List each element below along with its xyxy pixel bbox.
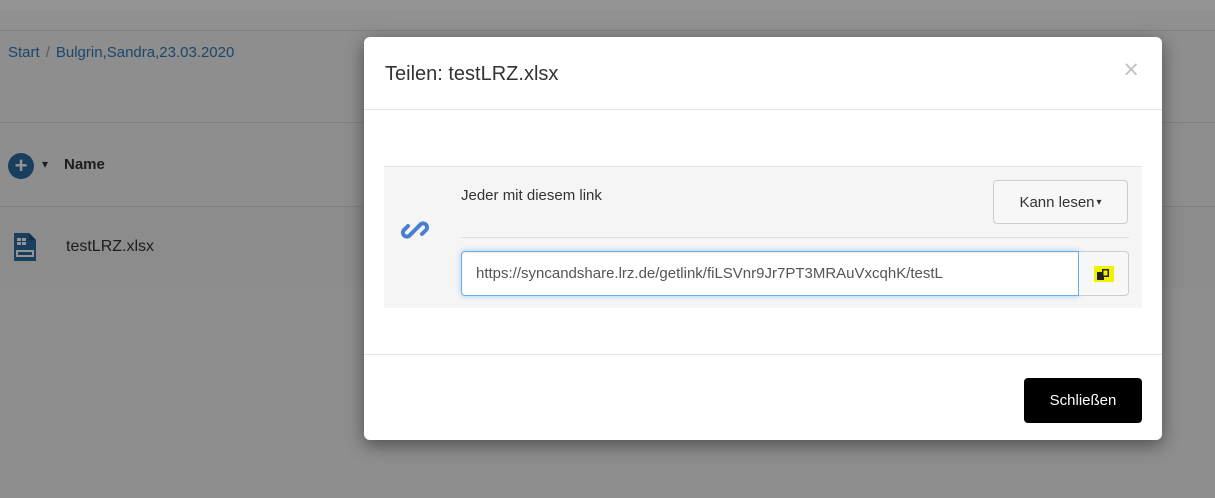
clipboard-copy-icon xyxy=(1093,265,1114,282)
permission-dropdown[interactable]: Kann lesen ▾ xyxy=(993,180,1128,224)
dialog-footer: Schließen xyxy=(364,354,1162,441)
share-dialog: Teilen: testLRZ.xlsx × Jeder mit diesem … xyxy=(364,37,1162,440)
page: Start / Bulgrin,Sandra,23.03.2020 + ▾ Name… xyxy=(0,0,1215,498)
permission-value: Kann lesen xyxy=(1019,193,1095,211)
divider xyxy=(461,237,1129,238)
close-icon[interactable]: × xyxy=(1122,57,1140,81)
close-button[interactable]: Schließen xyxy=(1024,378,1142,423)
link-icon xyxy=(400,221,430,239)
chevron-down-icon: ▾ xyxy=(1096,196,1102,208)
share-url-field[interactable] xyxy=(461,251,1079,296)
share-link-panel: Jeder mit diesem link Kann lesen ▾ xyxy=(384,166,1142,308)
dialog-header: Teilen: testLRZ.xlsx × xyxy=(364,37,1162,110)
copy-link-button[interactable] xyxy=(1079,251,1129,296)
dialog-title: Teilen: testLRZ.xlsx xyxy=(385,63,559,85)
share-scope-label: Jeder mit diesem link xyxy=(461,187,602,204)
